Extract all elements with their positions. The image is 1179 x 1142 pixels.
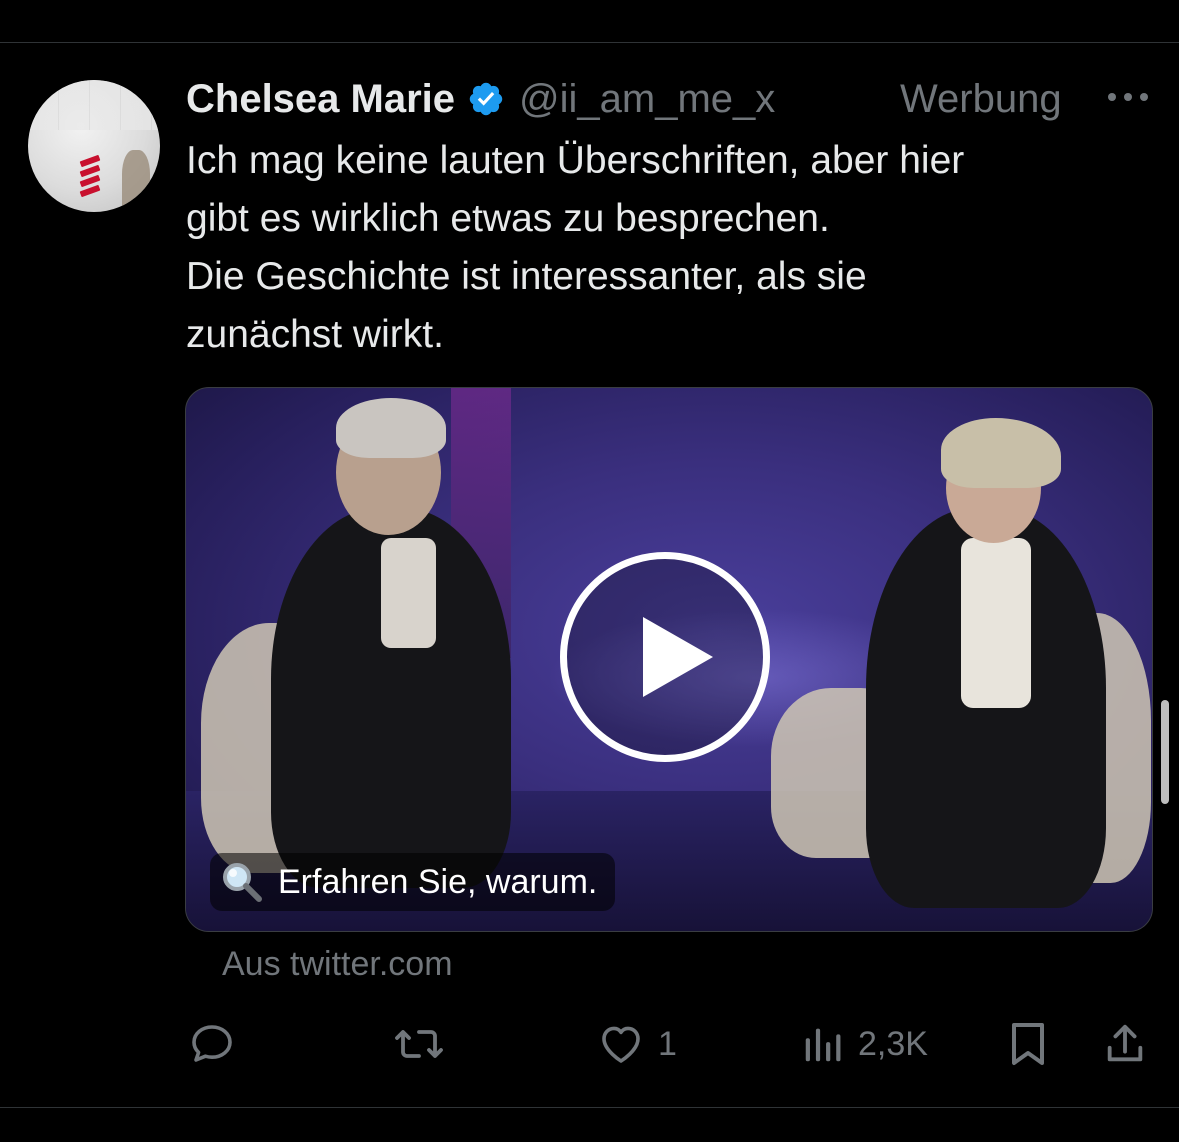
share-button[interactable] <box>1102 1012 1148 1076</box>
avatar-ceiling <box>28 80 160 130</box>
like-button[interactable]: 1 <box>596 1012 677 1076</box>
person-left-hair <box>336 398 446 458</box>
retweet-icon <box>395 1030 443 1058</box>
views-button[interactable]: 2,3K <box>800 1012 928 1076</box>
more-icon[interactable] <box>1106 82 1150 117</box>
person-left-shirt <box>381 538 436 648</box>
bottom-divider <box>0 1107 1179 1108</box>
tweet-text-line: zunächst wirkt. <box>186 313 444 356</box>
cta-text: Erfahren Sie, warum. <box>278 862 598 901</box>
tweet-text-line: Die Geschichte ist interessanter, als si… <box>186 255 867 298</box>
tweet-text-line: gibt es wirklich etwas zu besprechen. <box>186 197 830 240</box>
source-link[interactable]: Aus twitter.com <box>222 945 453 984</box>
avatar-figure <box>122 150 150 210</box>
magnifying-glass-icon <box>223 863 262 902</box>
retweet-button[interactable] <box>392 1012 446 1076</box>
play-icon <box>643 617 713 697</box>
bookmark-icon <box>1012 1023 1044 1065</box>
tweet-text: Ich mag keine lauten Überschriften, aber… <box>186 132 1146 364</box>
bookmark-button[interactable] <box>1006 1012 1050 1076</box>
video-player[interactable]: Erfahren Sie, warum. <box>185 387 1153 932</box>
ad-label: Werbung <box>900 76 1062 121</box>
heart-icon <box>602 1026 640 1063</box>
share-icon <box>1107 1024 1143 1062</box>
author-name[interactable]: Chelsea Marie <box>186 77 455 122</box>
scrollbar[interactable] <box>1161 700 1169 804</box>
tweet-text-line: Ich mag keine lauten Überschriften, aber… <box>186 139 965 182</box>
person-right-hair <box>941 418 1061 488</box>
tweet-header: Chelsea Marie @ii_am_me_x Werbung <box>186 76 1156 122</box>
person-right-shirt <box>961 538 1031 708</box>
views-count: 2,3K <box>858 1024 928 1063</box>
reply-icon <box>192 1025 232 1062</box>
reply-button[interactable] <box>188 1012 236 1076</box>
author-handle[interactable]: @ii_am_me_x <box>519 77 775 122</box>
like-count: 1 <box>658 1024 677 1063</box>
play-button[interactable] <box>560 552 770 762</box>
avatar[interactable] <box>28 80 160 212</box>
action-bar: 1 2,3K <box>0 1012 1179 1076</box>
top-divider <box>0 42 1179 43</box>
cta-label[interactable]: Erfahren Sie, warum. <box>210 853 616 911</box>
views-icon <box>805 1028 841 1062</box>
verified-badge-icon <box>467 80 505 118</box>
